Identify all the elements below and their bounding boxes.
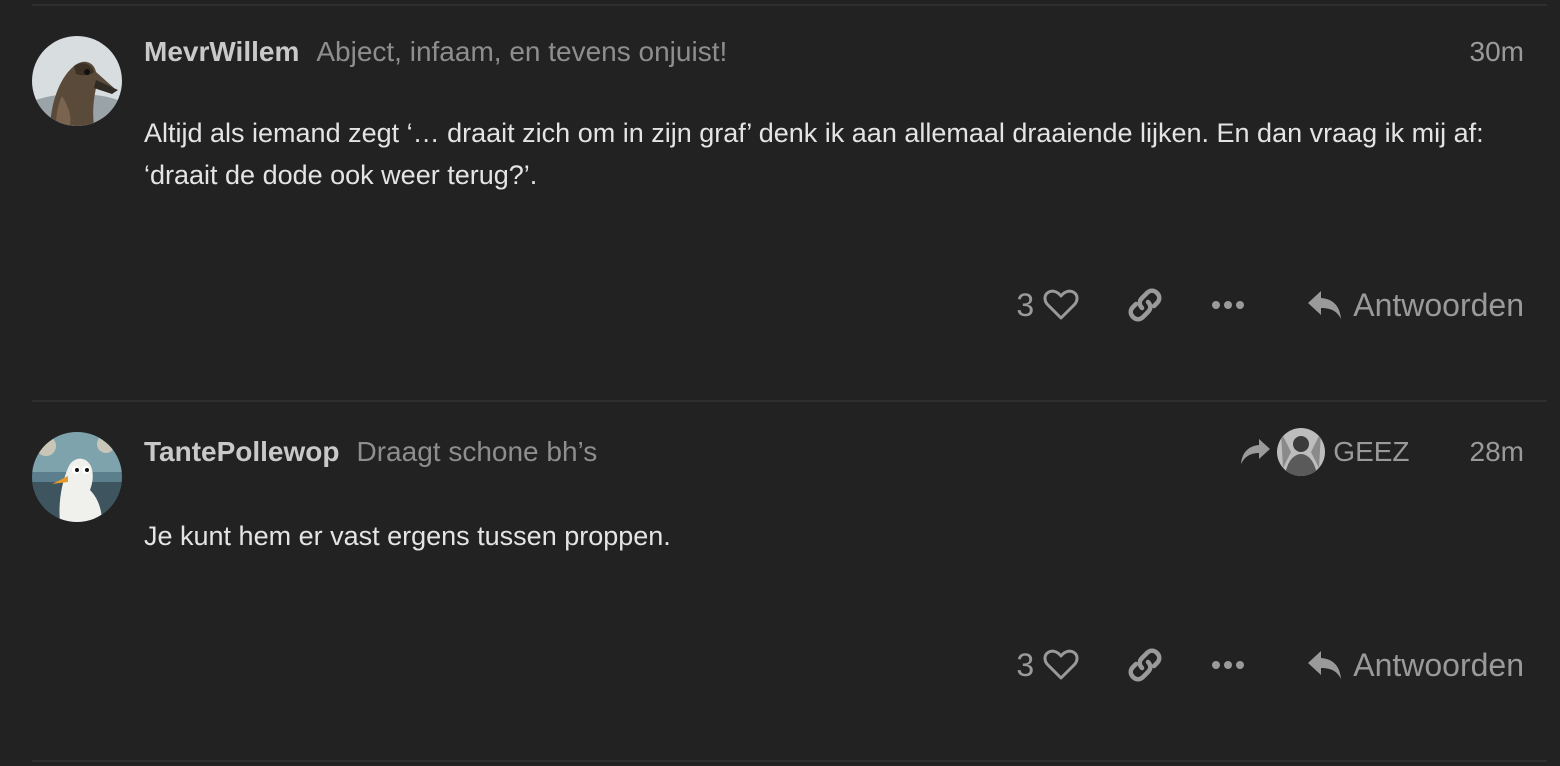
reply-label: Antwoorden [1353,286,1524,323]
heart-icon [1043,289,1079,320]
user-title: Draagt schone bh’s [356,436,598,467]
like-button[interactable]: 3 [1016,287,1079,324]
post-actions: 3 Antwoorden [1016,640,1524,690]
post-divider [32,400,1547,402]
post-meta: MevrWillem Abject, infaam, en tevens onj… [144,32,1524,72]
post-timestamp[interactable]: 30m [1470,36,1524,68]
link-icon [1128,288,1162,322]
reply-button[interactable]: Antwoorden [1307,647,1524,684]
link-icon [1128,648,1162,682]
share-arrow-icon [1241,439,1271,464]
username[interactable]: TantePollewop [144,436,340,468]
reply-button[interactable]: Antwoorden [1307,287,1524,324]
user-title: Abject, infaam, en tevens onjuist! [316,36,728,67]
copy-link-button[interactable] [1127,287,1163,323]
like-count: 3 [1016,286,1035,323]
avatar[interactable] [32,432,122,522]
more-options-button[interactable] [1211,300,1245,310]
seagull-avatar-icon [32,432,122,522]
reply-to-username: GEEZ [1333,436,1410,467]
copy-link-button[interactable] [1127,647,1163,683]
duck-avatar-icon [32,36,122,126]
reply-label: Antwoorden [1353,646,1524,683]
post-timestamp[interactable]: 28m [1470,436,1524,468]
reply-icon [1308,291,1342,319]
more-options-button[interactable] [1211,660,1245,670]
ellipsis-icon [1212,661,1245,669]
post-body: Altijd als iemand zegt ‘… draait zich om… [144,118,1484,190]
user-avatar-icon [1277,428,1326,476]
reply-icon [1308,651,1342,679]
avatar[interactable] [32,36,122,126]
reply-to-avatar [1277,428,1326,476]
post-meta: TantePollewop Draagt schone bh’s GEEZ 28… [144,428,1524,476]
like-count: 3 [1016,646,1035,683]
top-divider [32,4,1547,6]
ellipsis-icon [1212,301,1245,309]
like-button[interactable]: 3 [1016,647,1079,684]
post-body: Je kunt hem er vast ergens tussen proppe… [144,521,671,551]
username[interactable]: MevrWillem [144,36,299,68]
bottom-divider [32,760,1547,762]
heart-icon [1043,649,1079,680]
reply-to-link[interactable]: GEEZ [1239,428,1410,476]
post-actions: 3 Antwoorden [1016,280,1524,330]
